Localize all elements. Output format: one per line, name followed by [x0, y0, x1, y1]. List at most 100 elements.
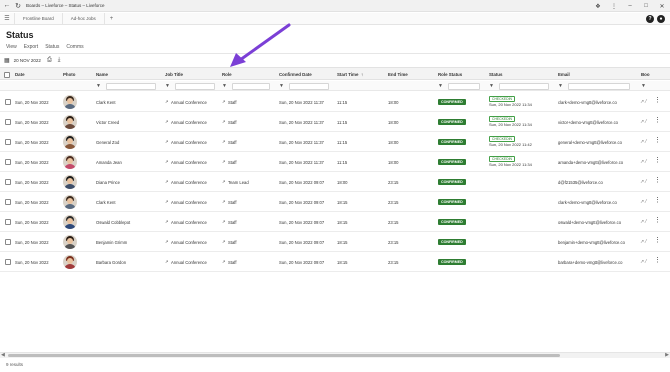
- subnav-comms[interactable]: Comms: [66, 44, 83, 50]
- external-link-icon[interactable]: ↗: [165, 199, 169, 204]
- external-link-icon[interactable]: ↗: [222, 259, 226, 264]
- row-checkbox[interactable]: [5, 99, 11, 105]
- row-role[interactable]: Staff: [228, 220, 237, 225]
- row-job-title[interactable]: Annual Conference: [171, 160, 207, 165]
- table-row[interactable]: Sun, 20 Nov 2022 Clark Kent ↗ Annual Confer…: [0, 192, 670, 212]
- filter-icon[interactable]: ▼: [96, 83, 101, 89]
- row-menu-icon[interactable]: ⋮: [654, 217, 661, 225]
- row-role[interactable]: Staff: [228, 200, 237, 205]
- external-link-icon[interactable]: ↗: [165, 99, 169, 104]
- row-name[interactable]: Clark Kent: [96, 100, 116, 105]
- filter-icon[interactable]: ▼: [222, 83, 227, 89]
- row-email[interactable]: clark+demo-vmgtt@liveforce.co: [558, 100, 617, 105]
- row-role[interactable]: Staff: [228, 140, 237, 145]
- row-menu-icon[interactable]: ⋮: [654, 237, 661, 245]
- calendar-icon[interactable]: ▦: [4, 57, 10, 64]
- external-link-icon[interactable]: ↗: [165, 239, 169, 244]
- maximize-icon[interactable]: □: [638, 3, 654, 9]
- external-link-icon[interactable]: ↗: [222, 179, 226, 184]
- sort-up-icon[interactable]: ↑: [361, 72, 363, 77]
- row-name[interactable]: Diana Prince: [96, 180, 120, 185]
- external-link-icon[interactable]: ↗: [222, 119, 226, 124]
- row-email[interactable]: d@f21535@liveforce.co: [558, 180, 603, 185]
- filter-icon[interactable]: ▼: [558, 83, 563, 89]
- table-row[interactable]: Sun, 20 Nov 2022 Clark Kent ↗ Annual Confer…: [0, 92, 670, 112]
- row-name[interactable]: General Zod: [96, 140, 119, 145]
- col-date[interactable]: Date: [15, 72, 25, 77]
- subnav-view[interactable]: View: [6, 44, 17, 50]
- external-link-icon[interactable]: ↗: [165, 259, 169, 264]
- external-link-icon[interactable]: ↗: [165, 139, 169, 144]
- row-menu-icon[interactable]: ⋮: [654, 97, 661, 105]
- row-role[interactable]: Staff: [228, 120, 237, 125]
- table-row[interactable]: Sun, 20 Nov 2022 Benjamin Grimm ↗ Annual Co…: [0, 232, 670, 252]
- row-link-icon[interactable]: ↗ ⁄: [640, 99, 646, 105]
- row-job-title[interactable]: Annual Conference: [171, 120, 207, 125]
- table-row[interactable]: Sun, 20 Nov 2022 Barbara Gordon ↗ Annual Co…: [0, 252, 670, 272]
- row-job-title[interactable]: Annual Conference: [171, 220, 207, 225]
- select-all-box[interactable]: [4, 71, 10, 78]
- row-checkbox[interactable]: [5, 239, 11, 245]
- external-link-icon[interactable]: ↗: [222, 99, 226, 104]
- subnav-export[interactable]: Export: [24, 44, 38, 50]
- row-link-icon[interactable]: ↗ ⁄: [640, 159, 646, 165]
- date-filter[interactable]: 20 NOV 2022: [14, 58, 41, 63]
- close-icon[interactable]: ✕: [654, 3, 670, 10]
- name-filter-input[interactable]: [106, 82, 156, 90]
- print-icon[interactable]: ⎙: [47, 57, 52, 64]
- row-link-icon[interactable]: ↗ ⁄: [640, 139, 646, 145]
- back-icon[interactable]: ←: [3, 2, 11, 10]
- row-job-title[interactable]: Annual Conference: [171, 240, 207, 245]
- row-checkbox[interactable]: [5, 139, 11, 145]
- minimize-icon[interactable]: –: [622, 3, 638, 9]
- row-menu-icon[interactable]: ⋮: [654, 117, 661, 125]
- col-end-time[interactable]: End Time: [388, 72, 408, 77]
- row-job-title[interactable]: Annual Conference: [171, 180, 207, 185]
- table-row[interactable]: Sun, 20 Nov 2022 Oswald Cobblepot ↗ Annual …: [0, 212, 670, 232]
- table-row[interactable]: Sun, 20 Nov 2022 Victor Creed ↗ Annual Conf…: [0, 112, 670, 132]
- confirmed-date-filter-input[interactable]: [289, 82, 329, 90]
- row-name[interactable]: Oswald Cobblepot: [96, 220, 130, 225]
- scroll-right-icon[interactable]: ▶: [665, 353, 669, 358]
- row-name[interactable]: Amanda Jean: [96, 160, 122, 165]
- row-checkbox[interactable]: [5, 199, 11, 205]
- external-link-icon[interactable]: ↗: [222, 199, 226, 204]
- row-email[interactable]: clark+demo-vmgtt@liveforce.co: [558, 200, 617, 205]
- notification-bell-icon[interactable]: ●: [657, 15, 665, 23]
- row-email[interactable]: amanda+demo-vmgtt@liveforce.co: [558, 160, 623, 165]
- row-email[interactable]: general+demo-vmgtt@liveforce.co: [558, 140, 622, 145]
- external-link-icon[interactable]: ↗: [165, 179, 169, 184]
- role-filter-input[interactable]: [232, 82, 270, 90]
- filter-icon[interactable]: ▼: [438, 83, 443, 89]
- col-role[interactable]: Role: [222, 72, 232, 77]
- filter-icon[interactable]: ▼: [641, 83, 646, 89]
- external-link-icon[interactable]: ↗: [165, 119, 169, 124]
- extensions-icon[interactable]: ❖: [590, 3, 606, 10]
- row-menu-icon[interactable]: ⋮: [654, 257, 661, 265]
- role-status-filter-input[interactable]: [448, 82, 480, 90]
- col-email[interactable]: Email: [558, 72, 570, 77]
- refresh-icon[interactable]: ↻: [14, 2, 22, 10]
- row-checkbox[interactable]: [5, 119, 11, 125]
- col-job-title[interactable]: Job Title: [165, 72, 183, 77]
- scrollbar-thumb[interactable]: [8, 354, 560, 357]
- row-checkbox[interactable]: [5, 179, 11, 185]
- table-row[interactable]: Sun, 20 Nov 2022 Amanda Jean ↗ Annual Confe…: [0, 152, 670, 172]
- col-confirmed-date[interactable]: Confirmed Date: [279, 72, 312, 77]
- col-status[interactable]: Status: [489, 72, 502, 77]
- row-checkbox[interactable]: [5, 259, 11, 265]
- col-booking[interactable]: Boo: [641, 72, 650, 77]
- tab-frontline-board[interactable]: Frontline Board: [14, 12, 63, 25]
- menu-icon[interactable]: ⋮: [606, 3, 622, 10]
- row-role[interactable]: Staff: [228, 100, 237, 105]
- row-link-icon[interactable]: ↗ ⁄: [640, 199, 646, 205]
- download-icon[interactable]: ⤓: [58, 57, 61, 64]
- table-row[interactable]: Sun, 20 Nov 2022 Diana Prince ↗ Annual Conf…: [0, 172, 670, 192]
- row-menu-icon[interactable]: ⋮: [654, 197, 661, 205]
- row-menu-icon[interactable]: ⋮: [654, 137, 661, 145]
- tab-ad-hoc-jobs[interactable]: Ad-hoc Jobs: [63, 12, 105, 25]
- scroll-left-icon[interactable]: ◀: [1, 353, 5, 358]
- filter-icon[interactable]: ▼: [165, 83, 170, 89]
- row-email[interactable]: oswald+demo-vmgtt@liveforce.co: [558, 220, 621, 225]
- row-name[interactable]: Victor Creed: [96, 120, 119, 125]
